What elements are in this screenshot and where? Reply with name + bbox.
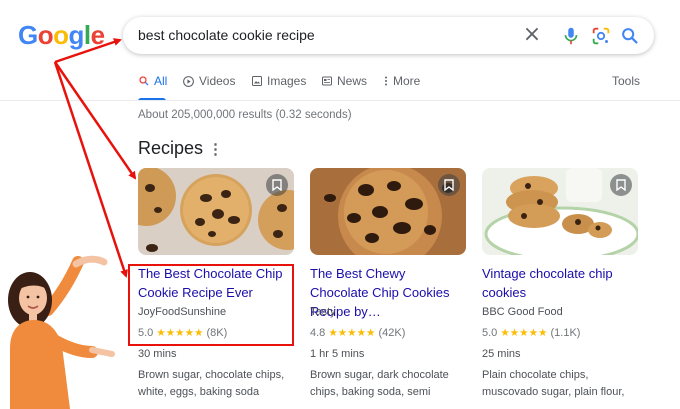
recipe-time: 1 hr 5 mins — [310, 348, 365, 360]
tab-images[interactable]: Images — [251, 74, 306, 88]
recipe-time: 25 mins — [482, 348, 521, 360]
result-stats: About 205,000,000 results (0.32 seconds) — [138, 109, 352, 121]
search-tabs: All Videos Images News More — [138, 74, 638, 101]
bookmark-icon[interactable] — [610, 174, 632, 196]
tab-label: Images — [267, 74, 307, 88]
search-icon — [139, 76, 149, 86]
play-icon — [183, 75, 194, 87]
recipe-time: 30 mins — [138, 348, 177, 360]
recipe-ingredients: Plain chocolate chips, muscovado sugar, … — [482, 369, 625, 398]
recipe-image[interactable] — [310, 168, 466, 255]
tab-all[interactable]: All — [138, 74, 168, 101]
logo-letter: o — [37, 20, 54, 50]
more-vert-icon — [385, 76, 387, 86]
logo-letter: l — [83, 20, 91, 50]
search-icon[interactable] — [619, 25, 641, 47]
logo-letter: e — [90, 20, 105, 50]
person-illustration — [8, 255, 115, 409]
search-input[interactable]: best chocolate cookie recipe — [138, 27, 315, 43]
recipe-rating: 5.0 ★★★★★ (1.1K) — [482, 327, 580, 339]
recipe-card[interactable]: The Best Chocolate Chip Cookie Recipe Ev… — [138, 168, 294, 398]
star-rating-icon: ★★★★★ — [328, 327, 376, 339]
review-count: (1.1K) — [550, 327, 581, 339]
google-lens-icon[interactable] — [590, 25, 612, 47]
tab-label: More — [393, 74, 421, 88]
recipe-image[interactable] — [138, 168, 294, 255]
recipe-source: Tasty — [310, 306, 336, 318]
google-logo[interactable]: Google — [18, 20, 105, 51]
logo-letter: G — [18, 20, 38, 50]
tab-label: Videos — [199, 74, 236, 88]
tools-button[interactable]: Tools — [612, 74, 640, 88]
logo-letter: g — [68, 20, 85, 50]
review-count: (42K) — [378, 327, 406, 339]
tab-more[interactable]: More — [383, 74, 420, 88]
recipe-rating: 4.8 ★★★★★ (42K) — [310, 327, 405, 339]
search-box[interactable]: best chocolate cookie recipe × — [123, 17, 654, 54]
tab-news[interactable]: News — [321, 74, 367, 88]
news-icon — [322, 76, 332, 86]
microphone-icon[interactable] — [560, 25, 582, 47]
image-icon — [252, 76, 262, 86]
annotation-arrow — [53, 38, 137, 278]
recipe-title-link[interactable]: Vintage chocolate chip cookies — [482, 264, 638, 302]
annotation-highlight-box — [128, 264, 294, 346]
recipe-ingredients: Brown sugar, chocolate chips, white, egg… — [138, 369, 285, 398]
rating-value: 5.0 — [482, 327, 498, 339]
bookmark-icon[interactable] — [266, 174, 288, 196]
rating-value: 4.8 — [310, 327, 326, 339]
tab-label: All — [154, 74, 168, 88]
recipe-card[interactable]: Vintage chocolate chip cookies BBC Good … — [482, 168, 638, 398]
clear-icon[interactable]: × — [521, 24, 543, 47]
recipe-card[interactable]: The Best Chewy Chocolate Chip Cookies Re… — [310, 168, 466, 398]
recipe-source: BBC Good Food — [482, 306, 563, 318]
star-rating-icon: ★★★★★ — [500, 327, 548, 339]
more-vert-icon[interactable]: ⋮ — [208, 140, 223, 158]
recipes-heading: Recipes — [138, 138, 204, 158]
logo-letter: o — [53, 20, 69, 50]
recipe-image[interactable] — [482, 168, 638, 255]
recipe-ingredients: Brown sugar, dark chocolate chips, bakin… — [310, 369, 449, 398]
tab-label: News — [337, 74, 368, 88]
bookmark-icon[interactable] — [438, 174, 460, 196]
tabs-divider — [0, 100, 680, 101]
tab-videos[interactable]: Videos — [182, 74, 235, 88]
